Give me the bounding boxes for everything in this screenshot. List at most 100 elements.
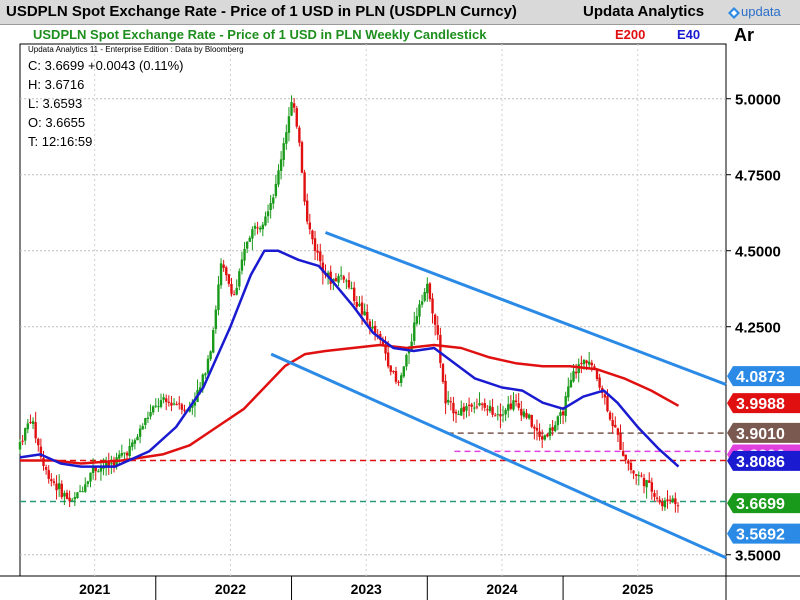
- price-tag-label: 3.9010: [736, 426, 785, 443]
- candle-body: [433, 314, 437, 325]
- candle-body: [642, 477, 646, 487]
- candle-body: [632, 470, 635, 474]
- candle-body: [76, 492, 79, 499]
- candlestick-group: [18, 95, 680, 513]
- candle-body: [522, 411, 526, 417]
- candle-body: [402, 366, 406, 377]
- candle-body: [170, 402, 173, 406]
- chart-root: USDPLN Spot Exchange Rate - Price of 1 U…: [0, 0, 800, 600]
- candle-body: [123, 452, 126, 454]
- candle-body: [261, 224, 265, 230]
- candle-body: [128, 445, 131, 457]
- candle-body: [405, 354, 408, 367]
- candle-body: [603, 394, 607, 398]
- candle-body: [29, 422, 32, 424]
- price-tag-label: 3.5692: [736, 527, 785, 544]
- candle-body: [138, 428, 142, 437]
- channel-upper-line: [324, 231, 727, 386]
- price-tag-label: 3.6699: [736, 496, 785, 513]
- y-tick-label: 5.0000: [735, 92, 781, 109]
- candle-body: [316, 250, 319, 253]
- candle-body: [525, 412, 528, 418]
- candle-body: [159, 400, 163, 407]
- candle-body: [47, 470, 50, 479]
- candle-body: [78, 490, 82, 492]
- candle-body: [272, 197, 275, 204]
- candle-body: [308, 222, 312, 230]
- candle-body: [520, 408, 523, 416]
- candle-body: [227, 274, 231, 284]
- candle-body: [358, 303, 361, 306]
- candle-body: [582, 359, 586, 365]
- candle-body: [303, 172, 306, 202]
- price-chart[interactable]: 3.5000 4.2500 4.5000 4.7500 5.0000 2021 2022 20…: [0, 0, 800, 600]
- candle-body: [287, 116, 291, 133]
- candle-body: [183, 409, 186, 411]
- candle-body: [353, 287, 356, 302]
- candle-body: [574, 371, 578, 374]
- candle-body: [457, 414, 460, 416]
- candle-body: [50, 479, 53, 482]
- candle-body: [214, 309, 218, 330]
- candle-body: [68, 497, 71, 502]
- candle-body: [517, 403, 520, 408]
- candle-body: [420, 301, 424, 305]
- candle-body: [245, 241, 249, 249]
- candle-body: [478, 402, 481, 406]
- candle-body: [259, 227, 262, 230]
- candle-body: [149, 412, 152, 417]
- x-tick-label: 2025: [622, 581, 653, 597]
- candle-body: [290, 102, 293, 116]
- candle-body: [219, 263, 223, 286]
- candle-body: [449, 401, 453, 403]
- candle-body: [559, 412, 562, 416]
- candle-body: [251, 229, 254, 239]
- candle-body: [444, 380, 447, 404]
- candle-body: [619, 433, 622, 450]
- candle-body: [339, 275, 343, 277]
- candle-body: [418, 304, 421, 317]
- candle-body: [415, 316, 419, 324]
- candle-body: [640, 475, 643, 477]
- candle-body: [86, 481, 90, 485]
- channel-lower-line: [270, 352, 727, 560]
- candle-body: [501, 414, 505, 416]
- candle-body: [204, 373, 207, 376]
- candle-body: [133, 440, 137, 444]
- candle-body: [141, 426, 144, 430]
- candle-body: [530, 415, 533, 427]
- candle-body: [493, 415, 497, 417]
- candle-body: [26, 423, 30, 430]
- candle-body: [136, 436, 139, 441]
- candle-body: [264, 216, 267, 226]
- candle-body: [71, 499, 74, 501]
- candle-body: [389, 365, 392, 372]
- y-tick-label: 3.5000: [735, 548, 781, 565]
- candle-body: [585, 360, 588, 364]
- candle-body: [671, 498, 674, 502]
- x-tick-label: 2024: [486, 581, 517, 597]
- candle-body: [180, 404, 184, 410]
- candle-body: [21, 440, 24, 442]
- candle-body: [624, 454, 627, 460]
- candle-body: [311, 230, 314, 240]
- candle-body: [627, 460, 630, 464]
- candle-body: [653, 493, 656, 497]
- candle-body: [446, 399, 450, 403]
- candle-body: [300, 142, 304, 173]
- candle-body: [496, 414, 500, 416]
- price-tag-label: 3.8086: [736, 454, 785, 471]
- candle-body: [334, 278, 338, 282]
- candle-body: [428, 283, 432, 300]
- candle-body: [426, 283, 429, 294]
- candle-body: [253, 225, 257, 229]
- candle-body: [97, 471, 100, 473]
- candle-body: [551, 427, 554, 431]
- candle-body: [232, 294, 236, 296]
- candle-body: [533, 426, 536, 429]
- candle-body: [172, 403, 176, 405]
- candle-body: [37, 438, 40, 446]
- candle-body: [394, 371, 398, 382]
- candle-body: [355, 301, 359, 307]
- candle-body: [363, 311, 366, 316]
